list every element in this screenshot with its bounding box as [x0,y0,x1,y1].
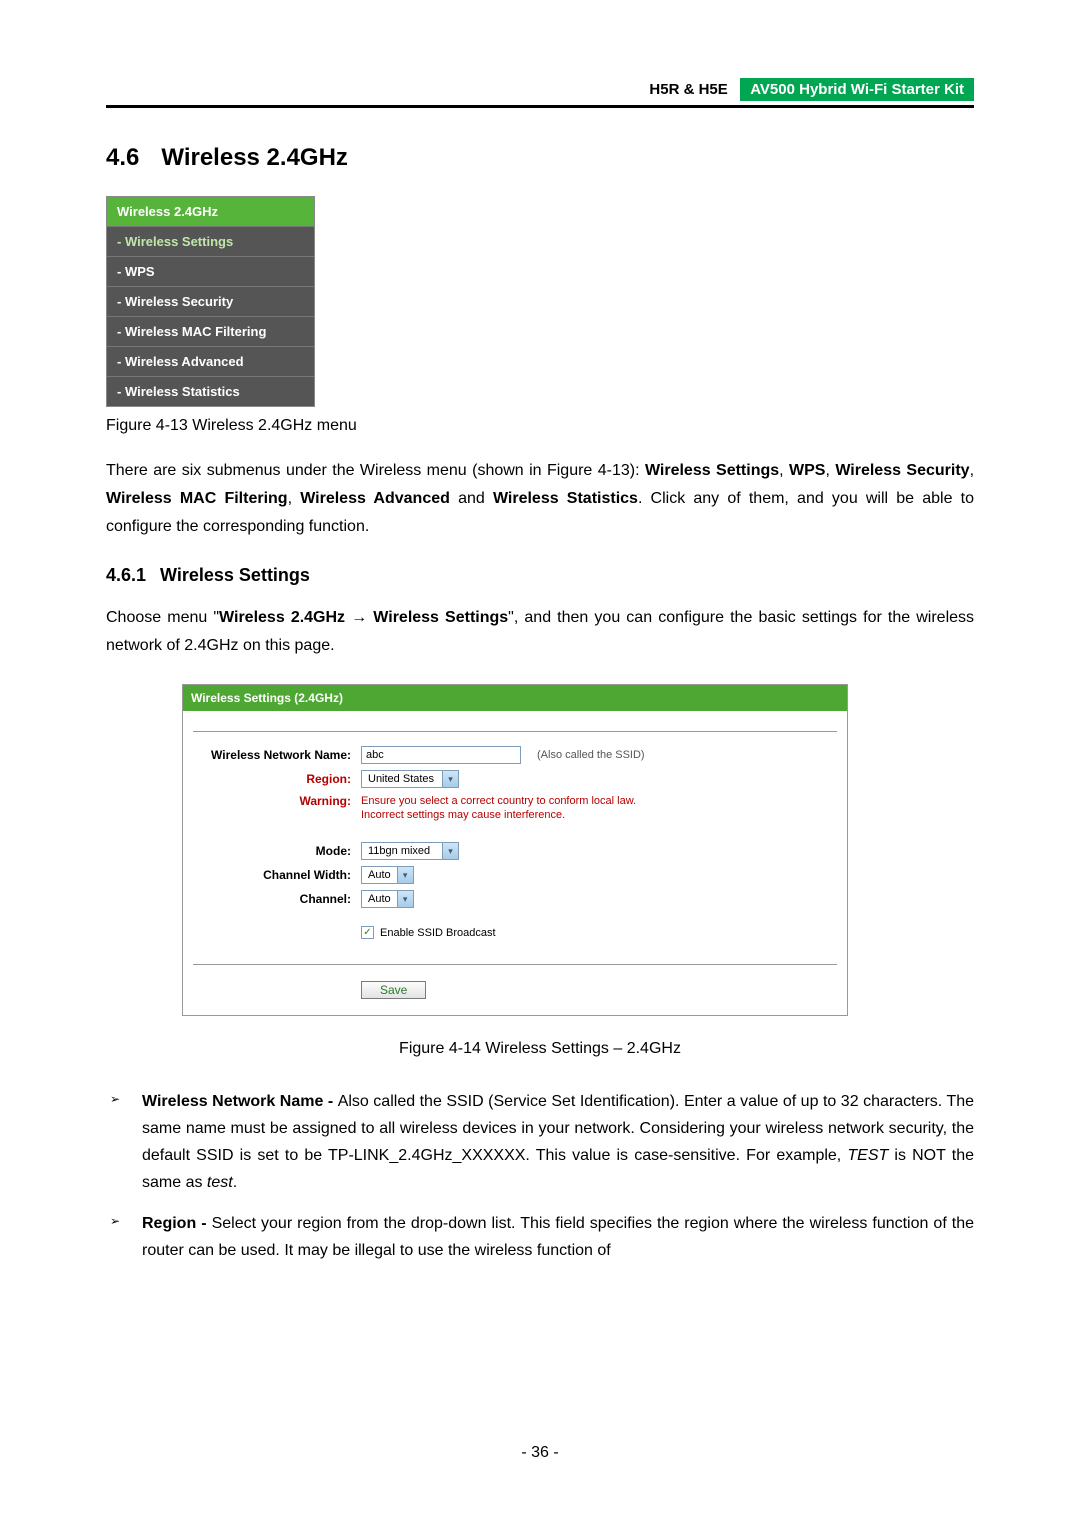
menu-item-wireless-mac-filtering[interactable]: - Wireless MAC Filtering [107,316,314,346]
intro-paragraph: There are six submenus under the Wireles… [106,457,974,541]
settings-panel-title: Wireless Settings (2.4GHz) [183,685,847,711]
region-select[interactable]: United States ▾ [361,770,459,788]
ssid-label: Wireless Network Name: [183,748,361,762]
ssid-hint: (Also called the SSID) [537,749,645,761]
channel-width-select[interactable]: Auto ▾ [361,866,414,884]
figure-caption-13: Figure 4-13 Wireless 2.4GHz menu [106,417,974,435]
channel-select[interactable]: Auto ▾ [361,890,414,908]
header-badge: AV500 Hybrid Wi-Fi Starter Kit [740,78,974,101]
menu-header: Wireless 2.4GHz [107,197,314,226]
menu-item-wireless-statistics[interactable]: - Wireless Statistics [107,376,314,406]
chevron-down-icon: ▾ [442,771,458,787]
mode-label: Mode: [183,844,361,858]
page-header: H5R & H5E AV500 Hybrid Wi-Fi Starter Kit [106,78,974,108]
wireless-settings-panel: Wireless Settings (2.4GHz) Wireless Netw… [182,684,848,1016]
menu-item-wps[interactable]: - WPS [107,256,314,286]
warning-line-1: Ensure you select a correct country to c… [361,794,636,808]
bullet-wireless-network-name: ➢ Wireless Network Name - Also called th… [106,1088,974,1196]
subsection-heading: 4.6.1Wireless Settings [106,565,974,586]
ssid-input[interactable] [361,746,521,764]
save-button[interactable]: Save [361,981,426,999]
region-label: Region: [183,772,361,786]
mode-select[interactable]: 11bgn mixed ▾ [361,842,459,860]
bullet-icon: ➢ [106,1088,142,1196]
ssid-broadcast-label: Enable SSID Broadcast [380,927,496,939]
checkbox-icon: ✓ [361,926,374,939]
figure-caption-14: Figure 4-14 Wireless Settings – 2.4GHz [106,1040,974,1058]
header-model: H5R & H5E [649,81,727,98]
menu-item-wireless-advanced[interactable]: - Wireless Advanced [107,346,314,376]
sidebar-menu: Wireless 2.4GHz - Wireless Settings - WP… [106,196,315,407]
menu-item-wireless-security[interactable]: - Wireless Security [107,286,314,316]
warning-line-2: Incorrect settings may cause interferenc… [361,808,636,822]
bullet-region: ➢ Region - Select your region from the d… [106,1210,974,1264]
section-heading: 4.6Wireless 2.4GHz [106,144,974,172]
divider [193,731,837,732]
chevron-down-icon: ▾ [397,891,413,907]
channel-label: Channel: [183,892,361,906]
ssid-broadcast-checkbox[interactable]: ✓ Enable SSID Broadcast [361,926,496,939]
menu-item-wireless-settings[interactable]: - Wireless Settings [107,226,314,256]
warning-label: Warning: [183,794,361,808]
chevron-down-icon: ▾ [397,867,413,883]
divider [193,964,837,965]
choose-menu-paragraph: Choose menu "Wireless 2.4GHz → Wireless … [106,604,974,660]
page-number: - 36 - [0,1444,1080,1462]
channel-width-label: Channel Width: [183,868,361,882]
chevron-down-icon: ▾ [442,843,458,859]
bullet-icon: ➢ [106,1210,142,1264]
